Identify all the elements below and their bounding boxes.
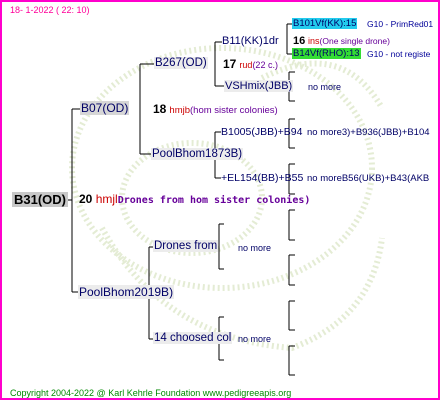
b14-g10: G10 - not registe [367, 49, 431, 59]
b11-num: 16 [293, 35, 306, 47]
b07-num: 18 [153, 102, 167, 116]
b101-g10: G10 - PrimRed01 [367, 19, 434, 29]
b07-note: (hom sister colonies) [190, 105, 278, 116]
chosen-no-more: no more [238, 334, 272, 344]
root-code: hmjl [95, 192, 118, 206]
root-num: 20 [79, 192, 93, 206]
drones-no-more: no more [238, 243, 272, 253]
b11-note: (One single drone) [319, 36, 390, 46]
pool-bhom-1873[interactable]: PoolBhom1873B) [151, 148, 244, 160]
root-info: 20 hmjlDrones from hom sister colonies) [79, 192, 310, 206]
queen-b101vf[interactable]: B101Vf(KK):15 [292, 18, 358, 29]
pool-bhom-2019[interactable]: PoolBhom2019B) [78, 285, 175, 299]
drones-from[interactable]: Drones from [153, 240, 219, 252]
b07-code: hmjb [169, 105, 191, 116]
vsh-no-more: no more [308, 82, 342, 92]
el154-extra: no moreB56(UKB)+B43(AKB [307, 173, 430, 184]
queen-b14vf[interactable]: B14Vf(RHO):13 [292, 48, 361, 59]
queen-b07[interactable]: B07(OD) [80, 101, 130, 115]
b267-info: 17 rud(22 c.) [223, 57, 278, 71]
b11-code: ins [308, 36, 320, 46]
b1005-group[interactable]: B1005(JBB)+B94 [221, 126, 302, 138]
b267-code: rud [239, 60, 253, 70]
pedigree-frame: 18- 1-2022 ( 22: 10) B31(OD) 20 hmjlDron… [0, 0, 440, 400]
queen-b267[interactable]: B267(OD) [154, 57, 208, 69]
root-note: Drones from hom sister colonies) [117, 195, 311, 206]
b1005-extra: no more3)+B936(JBB)+B104 [307, 127, 430, 138]
root-queen[interactable]: B31(OD) [12, 192, 69, 207]
el154-group[interactable]: +EL154(BB)+B55 [221, 172, 303, 184]
queen-b11[interactable]: B11(KK)1dr [222, 35, 279, 47]
copyright[interactable]: Copyright 2004-2022 @ Karl Kehrle Founda… [10, 388, 291, 398]
vsh-mix[interactable]: VSHmix(JBB) [224, 80, 294, 92]
b07-info: 18 hmjb(hom sister colonies) [153, 102, 278, 116]
b11-info: 16 ins(One single drone) [293, 35, 390, 47]
chosen-colonies[interactable]: 14 choosed col [153, 332, 233, 344]
b267-num: 17 [223, 57, 237, 71]
b267-note: (22 c.) [252, 60, 278, 70]
